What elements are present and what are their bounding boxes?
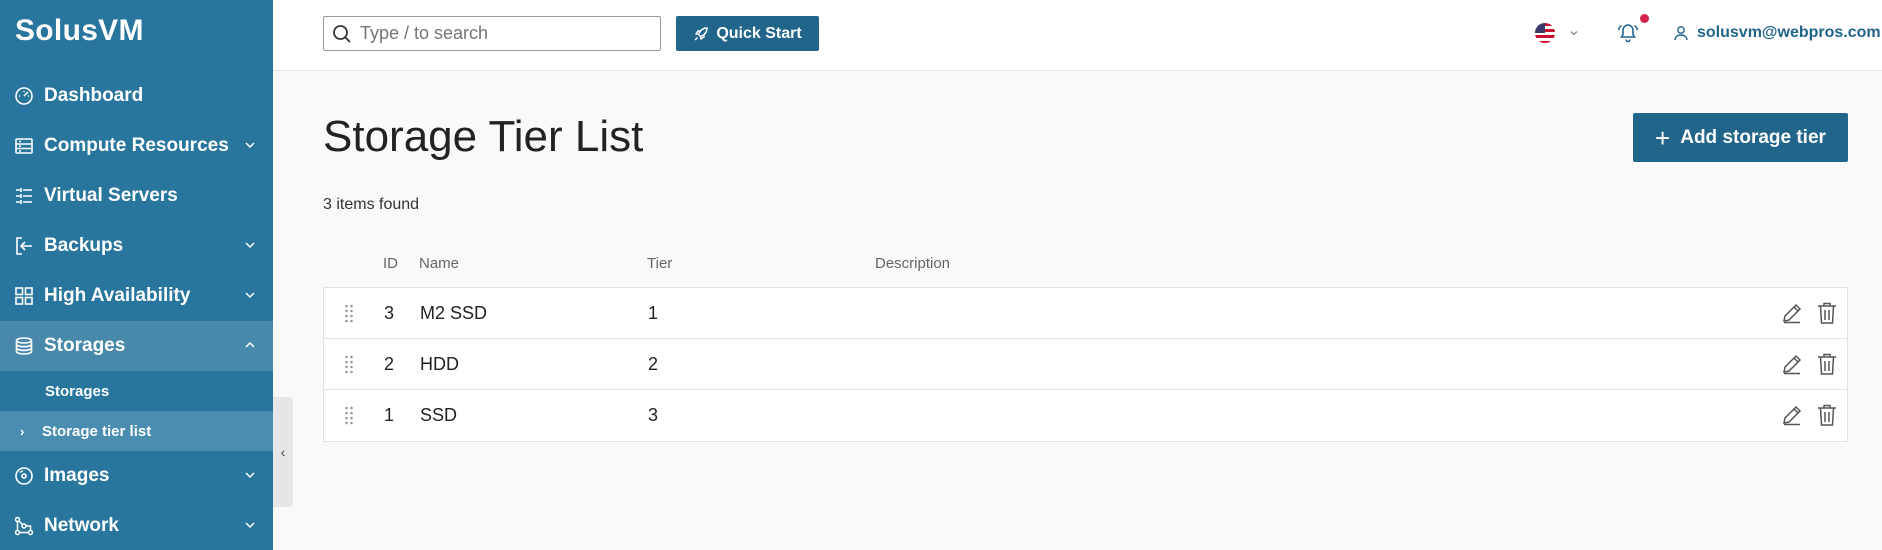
sidebar-item-compute-resources[interactable]: Compute Resources bbox=[0, 121, 273, 171]
sidebar: SolusVM Dashboard Compute Resources Virt… bbox=[0, 0, 273, 550]
delete-icon[interactable] bbox=[1816, 301, 1838, 325]
user-menu[interactable]: solusvm@webpros.com bbox=[1673, 24, 1881, 42]
sidebar-item-label: Virtual Servers bbox=[44, 185, 178, 206]
cell-tier: 1 bbox=[648, 303, 659, 323]
cell-tier: 2 bbox=[648, 354, 659, 374]
chevron-down-icon bbox=[245, 242, 255, 249]
delete-icon[interactable] bbox=[1816, 403, 1838, 427]
cell-tier: 3 bbox=[648, 405, 659, 425]
search-box[interactable] bbox=[323, 16, 661, 51]
delete-icon[interactable] bbox=[1816, 352, 1838, 376]
sidebar-item-network[interactable]: Network bbox=[0, 501, 273, 550]
search-icon bbox=[333, 24, 351, 43]
notification-badge bbox=[1640, 14, 1649, 23]
table-body: 3 M2 SSD 1 2 HDD 2 1 SSD 3 bbox=[323, 287, 1848, 442]
database-icon bbox=[14, 336, 34, 356]
virtual-servers-icon bbox=[14, 186, 34, 206]
grid-icon bbox=[14, 286, 34, 306]
sidebar-item-label: High Availability bbox=[44, 285, 191, 306]
table-header: ID Name Tier Description bbox=[323, 250, 1848, 287]
chevron-down-icon bbox=[245, 292, 255, 299]
chevron-down-icon bbox=[245, 522, 255, 529]
search-input[interactable] bbox=[360, 23, 650, 44]
notification-icon[interactable] bbox=[1616, 22, 1640, 44]
sidebar-item-virtual-servers[interactable]: Virtual Servers bbox=[0, 171, 273, 221]
disc-icon bbox=[14, 466, 34, 486]
sidebar-item-high-availability[interactable]: High Availability bbox=[0, 271, 273, 321]
sidebar-item-label: Backups bbox=[44, 235, 124, 256]
plus-icon: + bbox=[1655, 122, 1671, 153]
add-storage-tier-button[interactable]: + Add storage tier bbox=[1633, 113, 1848, 162]
sidebar-collapse-button[interactable]: ‹ bbox=[273, 397, 293, 507]
app-logo[interactable]: SolusVM bbox=[15, 14, 144, 48]
sidebar-item-dashboard[interactable]: Dashboard bbox=[0, 71, 273, 121]
page-title: Storage Tier List bbox=[323, 112, 644, 161]
sidebar-item-label: Storages bbox=[44, 335, 126, 356]
user-email: solusvm@webpros.com bbox=[1697, 24, 1881, 41]
cell-name: SSD bbox=[420, 405, 458, 425]
cell-name: M2 SSD bbox=[420, 303, 488, 323]
sidebar-item-label: Dashboard bbox=[44, 85, 144, 106]
column-header-id: ID bbox=[383, 255, 398, 272]
sidebar-subitem-label: Storages bbox=[45, 382, 110, 400]
table-row: 3 M2 SSD 1 bbox=[324, 288, 1847, 339]
edit-icon[interactable] bbox=[1781, 302, 1803, 324]
server-icon bbox=[14, 136, 34, 156]
table-row: 2 HDD 2 bbox=[324, 339, 1847, 390]
sidebar-subitem-storage-tier-list[interactable]: › Storage tier list bbox=[0, 411, 273, 451]
sidebar-item-label: Network bbox=[44, 515, 119, 536]
quick-start-button[interactable]: Quick Start bbox=[676, 16, 819, 51]
add-storage-tier-label: Add storage tier bbox=[1680, 126, 1826, 148]
column-header-description: Description bbox=[875, 255, 951, 272]
sidebar-item-backups[interactable]: Backups bbox=[0, 221, 273, 271]
drag-handle-icon[interactable] bbox=[344, 405, 354, 425]
top-bar: Quick Start solusvm@webpros.com bbox=[273, 0, 1882, 71]
edit-icon[interactable] bbox=[1781, 353, 1803, 375]
sidebar-subitem-label: Storage tier list bbox=[42, 422, 152, 440]
column-header-tier: Tier bbox=[647, 255, 673, 272]
drag-handle-icon[interactable] bbox=[344, 354, 354, 374]
table-row: 1 SSD 3 bbox=[324, 390, 1847, 441]
chevron-down-icon[interactable] bbox=[1568, 27, 1580, 39]
user-icon bbox=[1674, 26, 1688, 41]
sidebar-item-label: Images bbox=[44, 465, 110, 486]
chevron-down-icon bbox=[245, 142, 255, 149]
edit-icon[interactable] bbox=[1781, 404, 1803, 426]
sidebar-item-storages[interactable]: Storages bbox=[0, 321, 273, 371]
cell-id: 2 bbox=[384, 354, 395, 374]
sidebar-nav: Dashboard Compute Resources Virtual Serv… bbox=[0, 71, 273, 550]
network-icon bbox=[14, 516, 34, 536]
rocket-icon bbox=[694, 26, 709, 40]
cell-id: 3 bbox=[384, 303, 395, 323]
chevron-up-icon bbox=[245, 341, 255, 348]
cell-id: 1 bbox=[384, 405, 395, 425]
chevron-left-icon: ‹ bbox=[280, 444, 286, 460]
quick-start-label: Quick Start bbox=[716, 24, 802, 42]
storage-tier-table: ID Name Tier Description 3 M2 SSD 1 2 HD… bbox=[323, 250, 1848, 442]
sidebar-item-images[interactable]: Images bbox=[0, 451, 273, 501]
items-count: 3 items found bbox=[323, 196, 420, 213]
cell-name: HDD bbox=[420, 354, 459, 374]
backup-icon bbox=[14, 236, 34, 256]
us-flag-icon[interactable] bbox=[1535, 23, 1555, 43]
sidebar-item-label: Compute Resources bbox=[44, 135, 229, 156]
chevron-down-icon bbox=[245, 472, 255, 479]
drag-handle-icon[interactable] bbox=[344, 303, 354, 323]
sidebar-subitem-storages[interactable]: Storages bbox=[0, 371, 273, 411]
chevron-right-icon: › bbox=[20, 423, 25, 439]
column-header-name: Name bbox=[419, 255, 460, 272]
dashboard-icon bbox=[14, 86, 34, 106]
